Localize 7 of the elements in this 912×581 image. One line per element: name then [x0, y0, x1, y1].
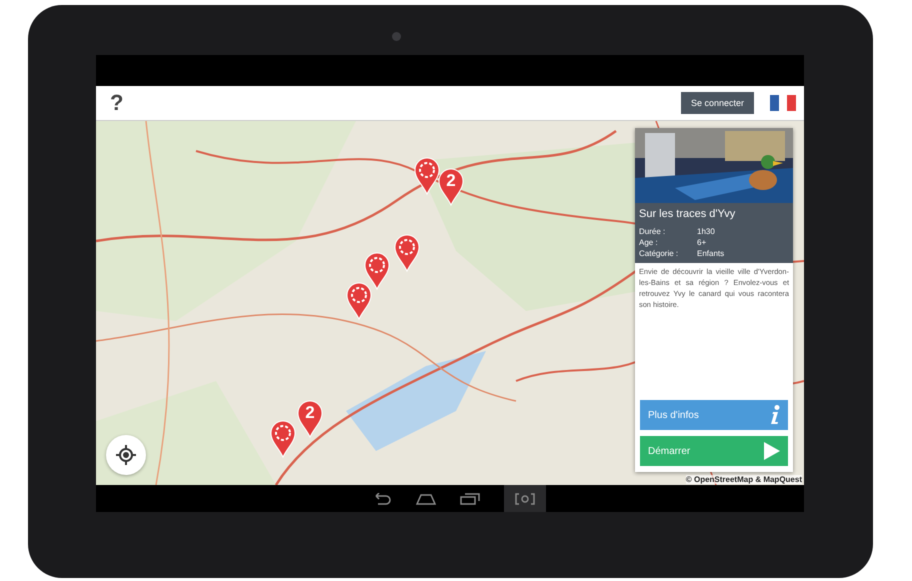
login-button[interactable]: Se connecter — [680, 92, 754, 114]
help-icon[interactable]: ? — [110, 90, 665, 116]
recent-apps-icon[interactable] — [460, 492, 480, 504]
home-icon[interactable] — [416, 492, 436, 504]
camera-icon — [392, 32, 401, 41]
screenshot-icon[interactable] — [515, 492, 535, 504]
flag-icon[interactable] — [770, 95, 796, 111]
